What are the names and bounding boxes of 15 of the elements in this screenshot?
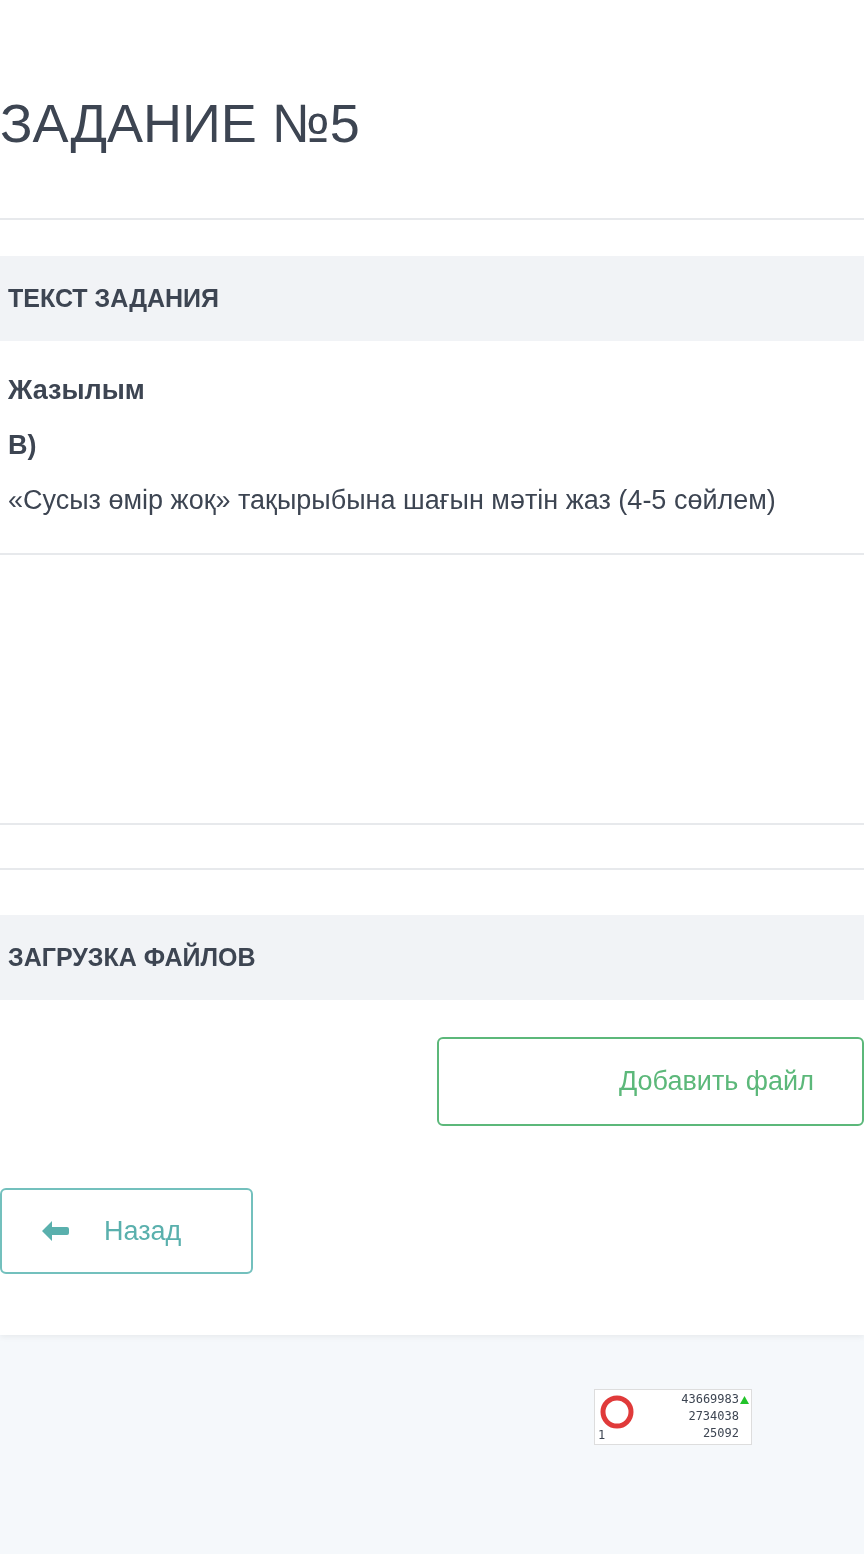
back-button[interactable]: Назад <box>0 1188 253 1274</box>
task-text: «Сусыз өмір жоқ» тақырыбына шағын мәтін жаз (4-5 сөйлем) <box>7 484 777 518</box>
counter-number: 1 <box>598 1427 606 1444</box>
add-file-button[interactable]: Добавить файл <box>437 1037 864 1126</box>
ring-icon <box>599 1394 635 1430</box>
counter-number: 2734038 <box>687 1408 739 1425</box>
section-header: ТЕКСТ ЗАДАНИЯ <box>0 256 864 341</box>
up-triangle-icon <box>740 1396 749 1404</box>
counter-number: 25092 <box>701 1425 739 1442</box>
section-header: ЗАГРУЗКА ФАЙЛОВ <box>0 915 864 1000</box>
arrow-left-icon <box>40 1219 70 1243</box>
page-title: ЗАДАНИЕ №5 <box>0 96 361 155</box>
task-heading: В) <box>7 429 38 463</box>
task-heading: Жазылым <box>7 374 146 408</box>
counter-number: 43669983 <box>681 1391 739 1408</box>
